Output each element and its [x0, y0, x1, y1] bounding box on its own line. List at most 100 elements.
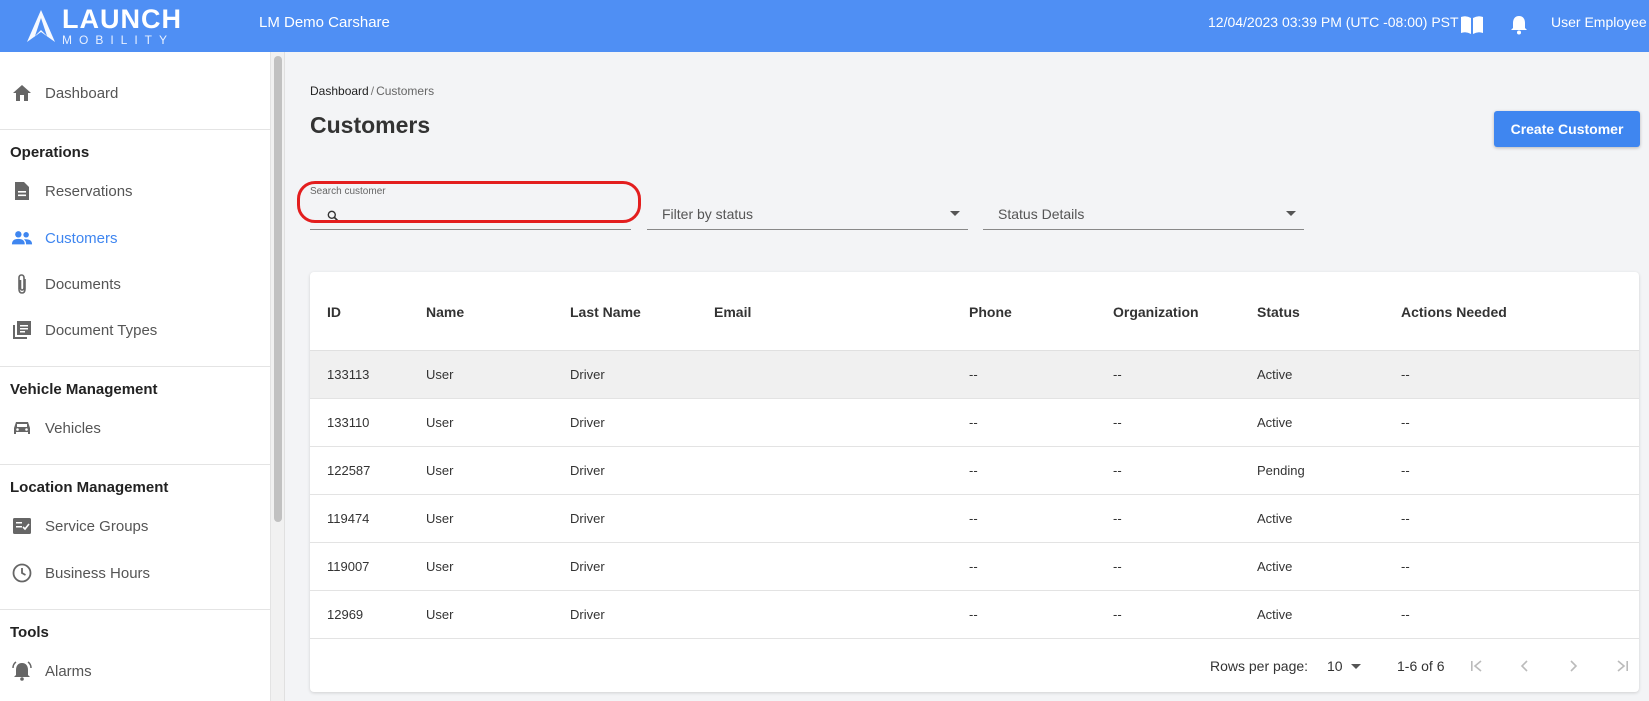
- cell-phone: --: [969, 463, 978, 478]
- rows-per-page-label: Rows per page:: [1210, 658, 1309, 674]
- last-page-icon[interactable]: [1610, 654, 1634, 678]
- cell-organization: --: [1113, 463, 1122, 478]
- cell-status: Active: [1257, 415, 1293, 430]
- sidebar-item-customers[interactable]: Customers: [0, 218, 270, 258]
- logo-main-text: LAUNCH: [62, 4, 182, 34]
- cell-last-name: Driver: [570, 415, 605, 430]
- sidebar-item-dashboard[interactable]: Dashboard: [0, 73, 270, 113]
- section-header-operations: Operations: [10, 144, 90, 161]
- cell-status: Active: [1257, 559, 1293, 574]
- column-header-actions-needed[interactable]: Actions Needed: [1401, 304, 1507, 320]
- chevron-down-icon: [1286, 211, 1296, 216]
- cell-actions-needed: --: [1401, 367, 1410, 382]
- cell-phone: --: [969, 367, 978, 382]
- cell-organization: --: [1113, 415, 1122, 430]
- breadcrumb-dashboard-link[interactable]: Dashboard: [310, 84, 369, 98]
- paperclip-icon: [11, 273, 33, 295]
- page-title: Customers: [310, 112, 431, 138]
- status-details-select[interactable]: Status Details: [983, 198, 1304, 230]
- rows-per-page-select[interactable]: 10: [1327, 656, 1367, 676]
- sidebar-divider: [0, 464, 270, 465]
- cell-last-name: Driver: [570, 607, 605, 622]
- rows-per-page-value: 10: [1327, 658, 1343, 674]
- cell-status: Pending: [1257, 463, 1305, 478]
- cell-id: 119474: [327, 511, 370, 526]
- cell-actions-needed: --: [1401, 607, 1410, 622]
- sidebar-item-label: Business Hours: [45, 564, 151, 582]
- home-icon: [11, 82, 33, 104]
- search-input[interactable]: [344, 204, 624, 226]
- sidebar-item-label: Dashboard: [45, 84, 119, 102]
- launch-mobility-logo[interactable]: LAUNCH MOBILITY: [26, 4, 182, 48]
- filter-by-status-select[interactable]: Filter by status: [647, 198, 968, 230]
- breadcrumb-separator: /: [370, 84, 375, 98]
- column-header-last-name[interactable]: Last Name: [570, 304, 641, 320]
- create-customer-button[interactable]: Create Customer: [1494, 111, 1640, 147]
- sidebar-item-alarms[interactable]: Alarms: [0, 651, 270, 691]
- first-page-icon[interactable]: [1465, 654, 1489, 678]
- checklist-icon: [11, 515, 33, 537]
- sidebar-item-reservations[interactable]: Reservations: [0, 171, 270, 211]
- next-page-icon[interactable]: [1561, 654, 1585, 678]
- table-row[interactable]: 133110 User Driver -- -- Active --: [310, 399, 1639, 447]
- column-header-email[interactable]: Email: [714, 304, 751, 320]
- column-header-organization[interactable]: Organization: [1113, 304, 1199, 320]
- table-row[interactable]: 133113 User Driver -- -- Active --: [310, 351, 1639, 399]
- column-header-phone[interactable]: Phone: [969, 304, 1012, 320]
- customers-table: ID Name Last Name Email Phone Organizati…: [310, 272, 1639, 692]
- search-customer-label: Search customer: [310, 186, 386, 197]
- search-customer-field[interactable]: Search customer: [310, 182, 631, 230]
- sidebar-item-label: Customers: [45, 229, 118, 247]
- sidebar-divider: [0, 129, 270, 130]
- cell-organization: --: [1113, 511, 1122, 526]
- sidebar-item-service-groups[interactable]: Service Groups: [0, 506, 270, 546]
- chevron-down-icon: [950, 211, 960, 216]
- section-header-location-management: Location Management: [10, 479, 169, 496]
- current-datetime: 12/04/2023 03:39 PM (UTC -08:00) PST: [1208, 14, 1459, 30]
- user-menu[interactable]: User Employee: [1551, 14, 1647, 30]
- open-book-icon[interactable]: [1459, 12, 1485, 38]
- cell-id: 133110: [327, 415, 370, 430]
- breadcrumb-current: Customers: [376, 84, 435, 98]
- search-icon: [327, 209, 339, 222]
- sidebar-item-label: Vehicles: [45, 419, 101, 437]
- cell-status: Active: [1257, 367, 1293, 382]
- column-header-status[interactable]: Status: [1257, 304, 1300, 320]
- sidebar-item-vehicles[interactable]: Vehicles: [0, 408, 270, 448]
- sidebar-divider: [0, 366, 270, 367]
- cell-last-name: Driver: [570, 559, 605, 574]
- cell-phone: --: [969, 607, 978, 622]
- sidebar-divider: [0, 609, 270, 610]
- filter-by-status-label: Filter by status: [662, 206, 754, 222]
- table-row[interactable]: 12969 User Driver -- -- Active --: [310, 591, 1639, 639]
- cell-name: User: [426, 463, 454, 478]
- cell-id: 119007: [327, 559, 370, 574]
- cell-name: User: [426, 367, 454, 382]
- logo-mark-icon: [26, 8, 56, 44]
- table-row[interactable]: 119474 User Driver -- -- Active --: [310, 495, 1639, 543]
- sidebar-item-business-hours[interactable]: Business Hours: [0, 553, 270, 593]
- cell-name: User: [426, 559, 454, 574]
- library-books-icon: [11, 319, 33, 341]
- sidebar-item-documents[interactable]: Documents: [0, 264, 270, 304]
- notification-bell-icon[interactable]: [1506, 12, 1532, 38]
- sidebar-scrollbar-thumb[interactable]: [274, 56, 282, 522]
- cell-actions-needed: --: [1401, 415, 1410, 430]
- status-details-label: Status Details: [998, 206, 1085, 222]
- cell-actions-needed: --: [1401, 463, 1410, 478]
- cell-status: Active: [1257, 511, 1293, 526]
- sidebar-item-document-types[interactable]: Document Types: [0, 310, 270, 350]
- cell-last-name: Driver: [570, 511, 605, 526]
- previous-page-icon[interactable]: [1513, 654, 1537, 678]
- cell-actions-needed: --: [1401, 511, 1410, 526]
- cell-last-name: Driver: [570, 367, 605, 382]
- chevron-down-icon: [1351, 664, 1361, 669]
- column-header-name[interactable]: Name: [426, 304, 464, 320]
- cell-phone: --: [969, 415, 978, 430]
- pagination-range: 1-6 of 6: [1397, 658, 1445, 674]
- table-row[interactable]: 122587 User Driver -- -- Pending --: [310, 447, 1639, 495]
- table-row[interactable]: 119007 User Driver -- -- Active --: [310, 543, 1639, 591]
- logo-sub-text: MOBILITY: [62, 33, 175, 47]
- column-header-id[interactable]: ID: [327, 304, 341, 320]
- cell-organization: --: [1113, 607, 1122, 622]
